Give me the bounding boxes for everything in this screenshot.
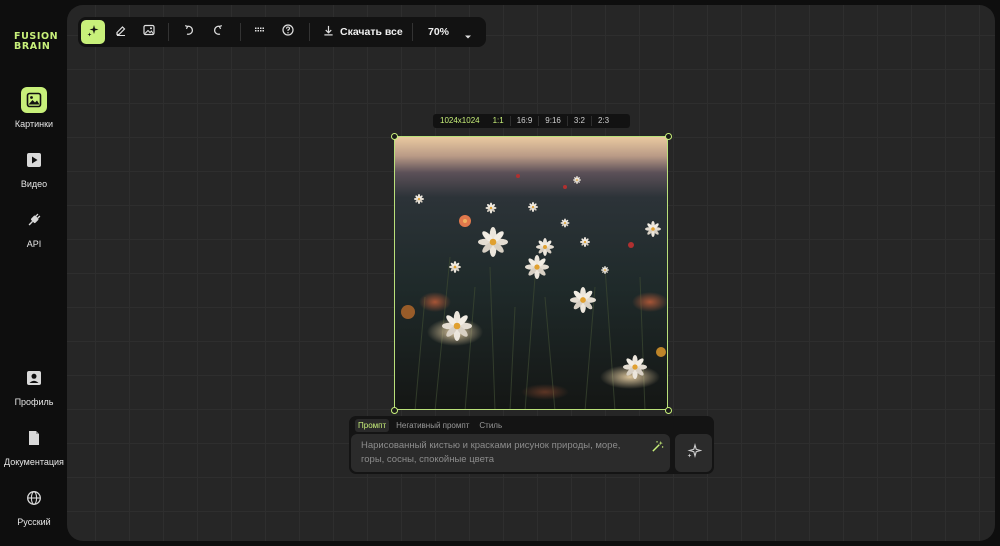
- aspect-ratio-bar: 1024x1024 1:1 16:9 9:16 3:2 2:3: [433, 114, 630, 128]
- sidebar-item-profile[interactable]: Профиль: [0, 365, 68, 407]
- generated-image[interactable]: [394, 136, 668, 410]
- redo-icon: [211, 23, 225, 42]
- generate-button[interactable]: [675, 434, 712, 472]
- image-upload-button[interactable]: [137, 20, 161, 44]
- eraser-icon: [114, 23, 128, 42]
- toolbar-divider: [309, 23, 310, 41]
- zoom-value[interactable]: 70%: [428, 20, 449, 44]
- undo-button[interactable]: [177, 20, 201, 44]
- sidebar-item-label: Профиль: [14, 397, 54, 407]
- logo-line-2: BRAIN: [14, 41, 51, 52]
- sidebar-item-label: Русский: [17, 517, 51, 527]
- sparkle-icon: [686, 442, 703, 464]
- prompt-panel: Промпт Негативный промпт Стиль Нарисован…: [349, 416, 714, 474]
- generate-tool-icon: [86, 23, 100, 42]
- download-all-button[interactable]: Скачать все: [323, 20, 403, 44]
- resize-handle-top-left[interactable]: [391, 133, 398, 140]
- image-upload-icon: [142, 23, 156, 42]
- tab-negative-prompt[interactable]: Негативный промпт: [393, 419, 472, 432]
- sidebar-item-language[interactable]: Русский: [0, 485, 68, 527]
- image-icon: [21, 87, 47, 113]
- download-all-label: Скачать все: [340, 26, 403, 38]
- undo-icon: [182, 23, 196, 42]
- image-size-label: 1024x1024: [440, 116, 480, 125]
- tab-style[interactable]: Стиль: [476, 419, 505, 432]
- fusion-brain-logo[interactable]: FUSION BRAIN: [14, 32, 58, 52]
- prompt-placeholder: Нарисованный кистью и красками рисунок п…: [361, 440, 621, 465]
- sidebar-item-api[interactable]: API: [0, 207, 68, 249]
- help-button[interactable]: [276, 20, 300, 44]
- resize-handle-bottom-right[interactable]: [665, 407, 672, 414]
- ratio-option-3-2[interactable]: 3:2: [568, 114, 591, 128]
- toolbar: Скачать все 70%: [78, 17, 486, 47]
- sidebar-item-label: Видео: [20, 179, 48, 189]
- resize-handle-bottom-left[interactable]: [391, 407, 398, 414]
- globe-icon: [21, 485, 47, 511]
- video-icon: [21, 147, 47, 173]
- sidebar: FUSION BRAIN Картинки Видео API Профиль …: [0, 0, 68, 546]
- ratio-option-1-1[interactable]: 1:1: [487, 114, 510, 128]
- sidebar-item-label: Картинки: [14, 119, 54, 129]
- eraser-button[interactable]: [109, 20, 133, 44]
- sidebar-item-label: API: [26, 239, 42, 249]
- keyboard-shortcuts-button[interactable]: [248, 20, 272, 44]
- tab-prompt[interactable]: Промпт: [355, 419, 390, 432]
- sidebar-item-images[interactable]: Картинки: [0, 87, 68, 129]
- magic-wand-icon[interactable]: [651, 440, 664, 458]
- help-icon: [281, 23, 295, 42]
- toolbar-divider: [412, 23, 413, 41]
- plug-icon: [21, 207, 47, 233]
- ratio-option-2-3[interactable]: 2:3: [592, 114, 615, 128]
- sidebar-item-docs[interactable]: Документация: [0, 425, 68, 467]
- document-icon: [21, 425, 47, 451]
- keyboard-icon: [253, 23, 267, 42]
- toolbar-divider: [240, 23, 241, 41]
- generate-tool-button[interactable]: [81, 20, 105, 44]
- profile-icon: [21, 365, 47, 391]
- prompt-tabs: Промпт Негативный промпт Стиль: [355, 419, 505, 432]
- redo-button[interactable]: [206, 20, 230, 44]
- resize-handle-top-right[interactable]: [665, 133, 672, 140]
- toolbar-divider: [168, 23, 169, 41]
- ratio-option-9-16[interactable]: 9:16: [539, 114, 567, 128]
- chevron-down-icon[interactable]: [464, 28, 472, 46]
- ratio-option-16-9[interactable]: 16:9: [511, 114, 539, 128]
- sidebar-item-video[interactable]: Видео: [0, 147, 68, 189]
- sidebar-item-label: Документация: [4, 457, 64, 467]
- prompt-input[interactable]: Нарисованный кистью и красками рисунок п…: [351, 434, 670, 472]
- download-icon: [323, 25, 334, 39]
